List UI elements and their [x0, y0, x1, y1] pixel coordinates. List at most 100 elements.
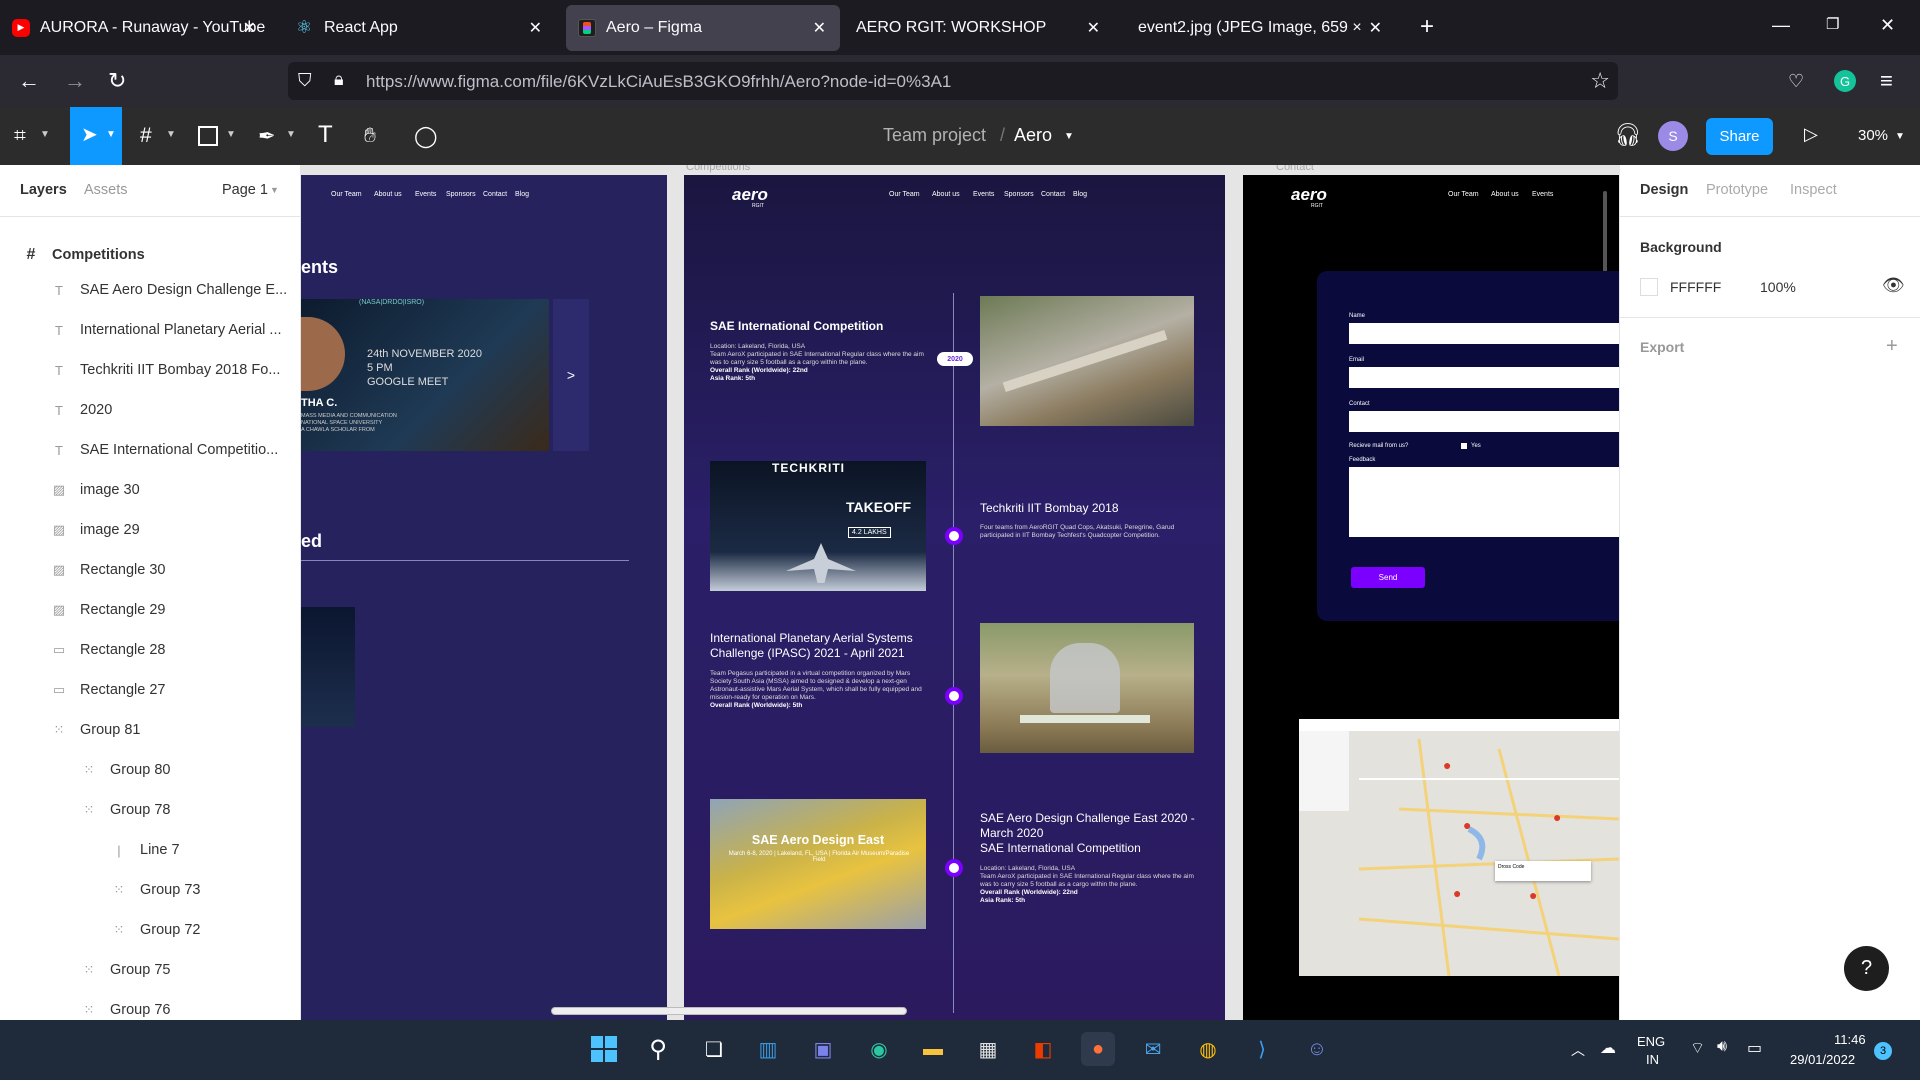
site-nav-link[interactable]: Contact — [483, 191, 507, 198]
reload-icon[interactable]: ↻ — [108, 67, 126, 95]
close-icon[interactable]: ✕ — [243, 18, 256, 38]
menu-icon[interactable]: ≡ — [1880, 67, 1893, 95]
layer-row[interactable]: T International Planetary Aerial ... — [50, 310, 282, 350]
frame-tool-icon[interactable]: # — [140, 124, 152, 148]
clock-time[interactable]: 11:46 — [1834, 1032, 1866, 1047]
url-bar[interactable]: ⛉ 🔒︎ https://www.figma.com/file/6KVzLkCi… — [288, 62, 1618, 100]
bg-opacity-input[interactable]: 100% — [1760, 279, 1796, 295]
window-close-icon[interactable]: ✕ — [1880, 15, 1895, 36]
layer-row[interactable]: T SAE Aero Design Challenge E... — [50, 270, 287, 310]
chevron-down-icon[interactable]: ▼ — [226, 129, 236, 140]
back-icon[interactable]: ← — [18, 67, 40, 95]
page-selector[interactable]: Page 1 — [222, 182, 268, 198]
layer-row[interactable]: | Line 7 — [110, 830, 179, 870]
share-button[interactable]: Share — [1706, 118, 1773, 155]
office-icon[interactable]: ◧ — [1026, 1032, 1060, 1066]
layer-row[interactable]: ▨ image 30 — [50, 470, 140, 510]
event-card[interactable]: (NASA|DRDO|ISRO) 24th NOVEMBER 2020 5 PM… — [301, 299, 549, 451]
layer-frame-competitions[interactable]: # Competitions — [22, 235, 145, 275]
tab-prototype[interactable]: Prototype — [1706, 182, 1768, 198]
tab-inspect[interactable]: Inspect — [1790, 182, 1837, 198]
site-nav-link[interactable]: Blog — [515, 191, 529, 198]
bg-hex-input[interactable]: FFFFFF — [1670, 279, 1721, 295]
site-nav-link[interactable]: Our Team — [889, 191, 920, 198]
onedrive-icon[interactable]: ☁ — [1600, 1038, 1616, 1058]
search-icon[interactable]: ⚲ — [641, 1032, 675, 1066]
tab-event2-jpg[interactable]: event2.jpg (JPEG Image, 659 × 465 p ✕ — [1126, 0, 1396, 55]
project-name[interactable]: Team project — [883, 125, 986, 146]
layer-row[interactable]: ⁙ Group 80 — [80, 750, 171, 790]
design-canvas[interactable]: Competitions Contact Our Team About us Eve… — [301, 165, 1619, 1020]
tab-youtube[interactable]: ▶ AURORA - Runaway - YouTube ✕ — [0, 0, 270, 55]
site-nav-link[interactable]: Sponsors — [1004, 191, 1034, 198]
tab-assets[interactable]: Assets — [84, 182, 128, 198]
contact-field[interactable] — [1349, 411, 1619, 432]
chevron-down-icon[interactable]: ▼ — [1895, 131, 1905, 142]
layer-row[interactable]: ⁙ Group 81 — [50, 710, 141, 750]
vscode-icon[interactable]: ⟩ — [1245, 1032, 1279, 1066]
help-button[interactable]: ? — [1844, 946, 1889, 991]
site-nav-link[interactable]: Our Team — [1448, 191, 1479, 198]
frame-label-competitions[interactable]: Competitions — [686, 165, 750, 173]
email-field[interactable] — [1349, 367, 1619, 388]
move-tool[interactable]: ➤ ▼ — [70, 107, 122, 165]
chevron-down-icon[interactable]: ▼ — [40, 129, 50, 140]
microsoft-store-icon[interactable]: ▦ — [971, 1032, 1005, 1066]
restore-icon[interactable]: ❐ — [1826, 15, 1839, 33]
rectangle-tool-icon[interactable] — [198, 126, 218, 146]
map-pin-icon[interactable]: ● — [1529, 887, 1537, 903]
add-export-icon[interactable]: + — [1886, 335, 1898, 358]
frame-events[interactable]: Our Team About us Events Sponsors Contact Blo… — [301, 175, 667, 1020]
volume-icon[interactable]: 🔊︎ — [1717, 1038, 1727, 1056]
layer-row[interactable]: ▨ Rectangle 30 — [50, 550, 166, 590]
avatar[interactable]: S — [1658, 121, 1688, 151]
image-30[interactable] — [980, 296, 1194, 426]
mail-icon[interactable]: ✉ — [1136, 1032, 1170, 1066]
hand-tool-icon[interactable]: ✋︎ — [364, 124, 376, 148]
layer-row[interactable]: ▭ Rectangle 27 — [50, 670, 166, 710]
wifi-icon[interactable]: ⌔ — [1690, 1038, 1705, 1058]
horizontal-scrollbar[interactable] — [551, 1007, 907, 1015]
grammarly-icon[interactable]: G — [1834, 70, 1856, 92]
clock-date[interactable]: 29/01/2022 — [1790, 1052, 1855, 1067]
tab-aero-workshop[interactable]: AERO RGIT: WORKSHOP ✕ — [844, 0, 1114, 55]
windows-start-icon[interactable] — [587, 1032, 621, 1066]
rectangle-30[interactable] — [980, 623, 1194, 753]
figma-menu-icon[interactable]: ⌗ — [14, 124, 26, 148]
firefox-icon[interactable]: ● — [1081, 1032, 1115, 1066]
language-indicator[interactable]: ENG — [1637, 1034, 1665, 1049]
close-icon[interactable]: ✕ — [813, 18, 826, 38]
map-pin-icon[interactable]: ● — [1463, 817, 1471, 833]
minimize-icon[interactable]: — — [1772, 15, 1790, 36]
battery-icon[interactable]: ▭ — [1747, 1038, 1762, 1058]
site-nav-link[interactable]: About us — [1491, 191, 1519, 198]
tab-design[interactable]: Design — [1640, 182, 1688, 198]
new-tab-icon[interactable]: + — [1420, 13, 1434, 41]
layer-row[interactable]: ⁙ Group 75 — [80, 950, 171, 990]
layer-row[interactable]: ▨ Rectangle 29 — [50, 590, 166, 630]
site-nav-link[interactable]: Events — [1532, 191, 1553, 198]
zoom-level[interactable]: 30% — [1858, 127, 1888, 144]
frame-contact[interactable]: aero RGIT Our Team About us Events Name Em… — [1243, 175, 1619, 1020]
mail-checkbox[interactable] — [1461, 443, 1467, 449]
map-pin-icon[interactable]: ● — [1453, 885, 1461, 901]
close-icon[interactable]: ✕ — [1087, 18, 1100, 38]
feedback-field[interactable] — [1349, 467, 1619, 537]
discord-icon[interactable]: ☺ — [1300, 1032, 1334, 1066]
map-pin-icon[interactable]: ● — [1553, 809, 1561, 825]
layer-row[interactable]: ⁙ Group 78 — [80, 790, 171, 830]
map-embed[interactable]: ● ● ● ● ● Dross Code — [1299, 719, 1619, 976]
layer-row[interactable]: ▨ image 29 — [50, 510, 140, 550]
close-icon[interactable]: ✕ — [1369, 18, 1382, 38]
bookmark-star-icon[interactable]: ☆ — [1590, 68, 1610, 94]
send-button[interactable]: Send — [1351, 567, 1425, 588]
layer-row[interactable]: ⁙ Group 72 — [110, 910, 201, 950]
layer-row[interactable]: ⁙ Group 73 — [110, 870, 201, 910]
forward-icon[interactable]: → — [64, 67, 86, 95]
next-arrow-button[interactable]: > — [553, 299, 589, 451]
headphones-icon[interactable]: 🎧︎ — [1614, 122, 1642, 148]
widgets-icon[interactable]: ▥ — [751, 1032, 785, 1066]
shield-icon[interactable]: ⛉ — [298, 70, 312, 91]
task-view-icon[interactable]: ❏ — [697, 1032, 731, 1066]
bg-color-swatch[interactable] — [1640, 278, 1658, 296]
